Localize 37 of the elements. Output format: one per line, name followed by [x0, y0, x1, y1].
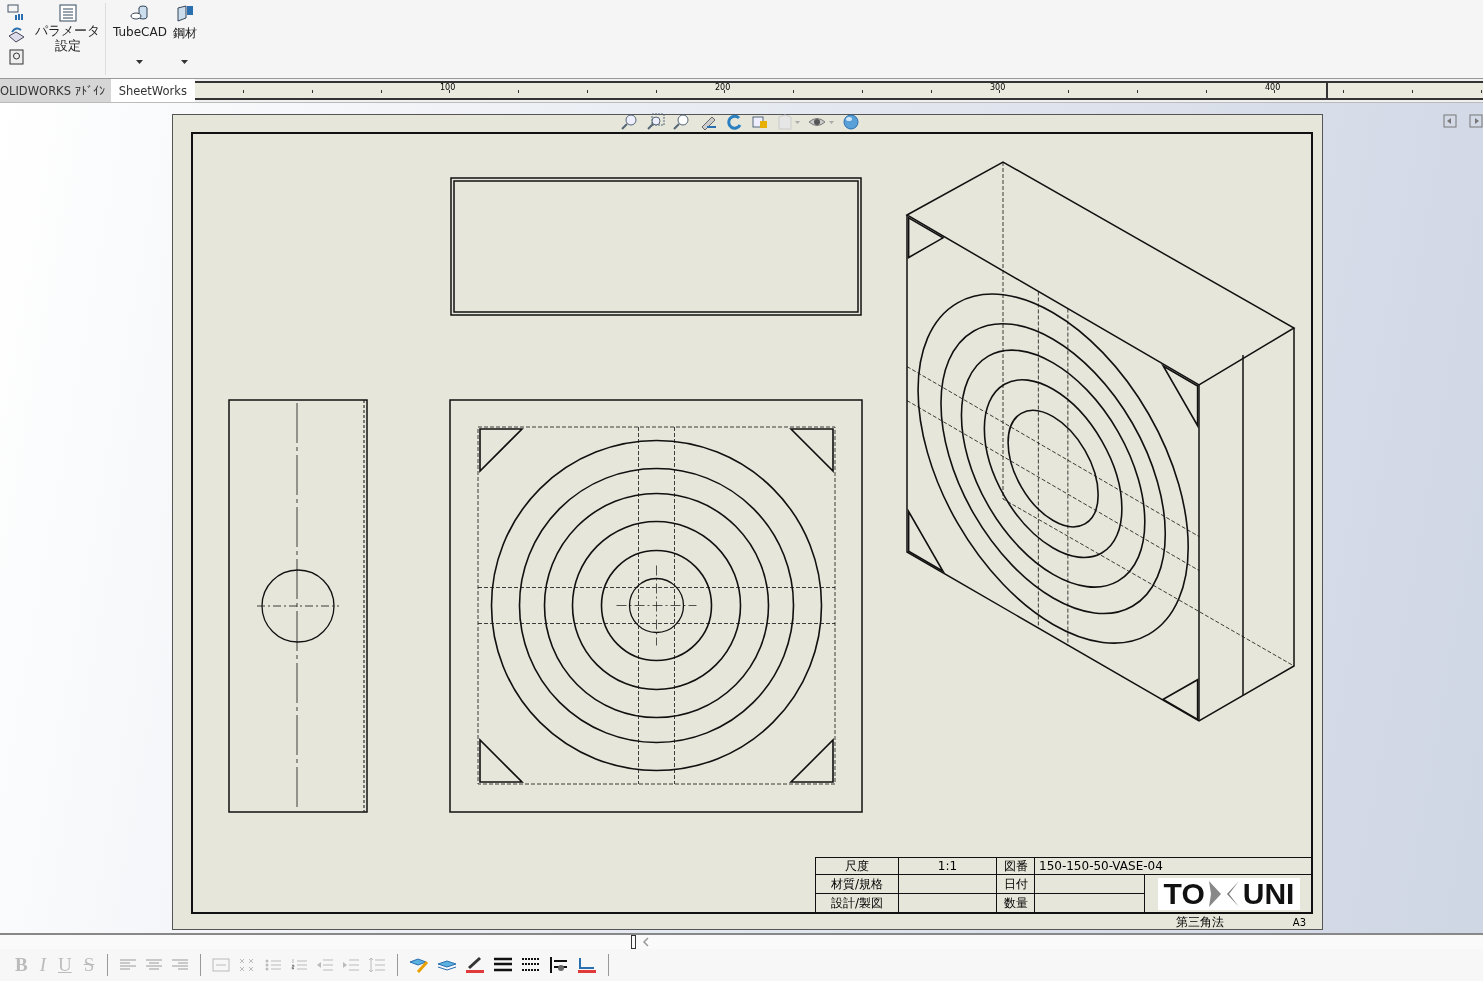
globe-icon[interactable] [842, 113, 860, 131]
title-block-label: 図番 [1003, 859, 1028, 873]
title-block-field: 150-150-50-VASE-04 [1035, 858, 1313, 875]
view-orientation-icon[interactable] [750, 113, 770, 131]
cube-icon[interactable] [776, 113, 802, 131]
logo-text: TO [1163, 877, 1205, 910]
ribbon-tool-button[interactable]: TubeCAD [110, 0, 170, 74]
sheet-size: A3 [1292, 916, 1307, 928]
rotate-part-icon[interactable] [6, 24, 26, 44]
logo-text: UNI [1242, 877, 1295, 910]
title-block-label: 日付 [1003, 877, 1028, 891]
title-block-label: 数量 [1003, 896, 1028, 910]
frame-icon[interactable] [6, 47, 26, 67]
projection-method: 第三角法 [1176, 914, 1224, 930]
panel-right-icon[interactable] [1469, 114, 1483, 128]
zoom-area-icon[interactable] [646, 113, 666, 131]
title-block-label: 材質/規格 [830, 877, 883, 891]
caret-icon[interactable] [181, 60, 189, 64]
table-icon [58, 4, 77, 22]
ribbon-tab[interactable]: SheetWorks [110, 79, 195, 102]
title-block-field: 1:1 [899, 858, 997, 875]
panel-left-icon[interactable] [1443, 114, 1457, 128]
title-block-label: 設計/製図 [830, 896, 883, 910]
rotate-icon[interactable] [724, 113, 744, 131]
title-block-label: 尺度 [845, 859, 869, 873]
line-thickness-icon[interactable] [492, 956, 515, 974]
parameter-settings-button[interactable]: パラメータ 設定 [32, 0, 103, 57]
ribbon-tool-button[interactable]: 鋼材 [169, 0, 200, 74]
line-color-icon[interactable] [464, 956, 487, 974]
ribbon-tab[interactable]: OLIDWORKS ｱﾄﾞｲﾝ [0, 79, 111, 102]
horizontal-ruler: 100 200 300 400 [195, 81, 1483, 100]
zoom-to-fit-icon[interactable] [620, 113, 640, 131]
scroll-left-icon[interactable] [641, 937, 651, 947]
zoom-icon[interactable] [672, 113, 692, 131]
layer-edit-icon[interactable] [408, 956, 431, 974]
caret-icon[interactable] [136, 60, 144, 64]
color-display-icon[interactable] [576, 956, 599, 974]
